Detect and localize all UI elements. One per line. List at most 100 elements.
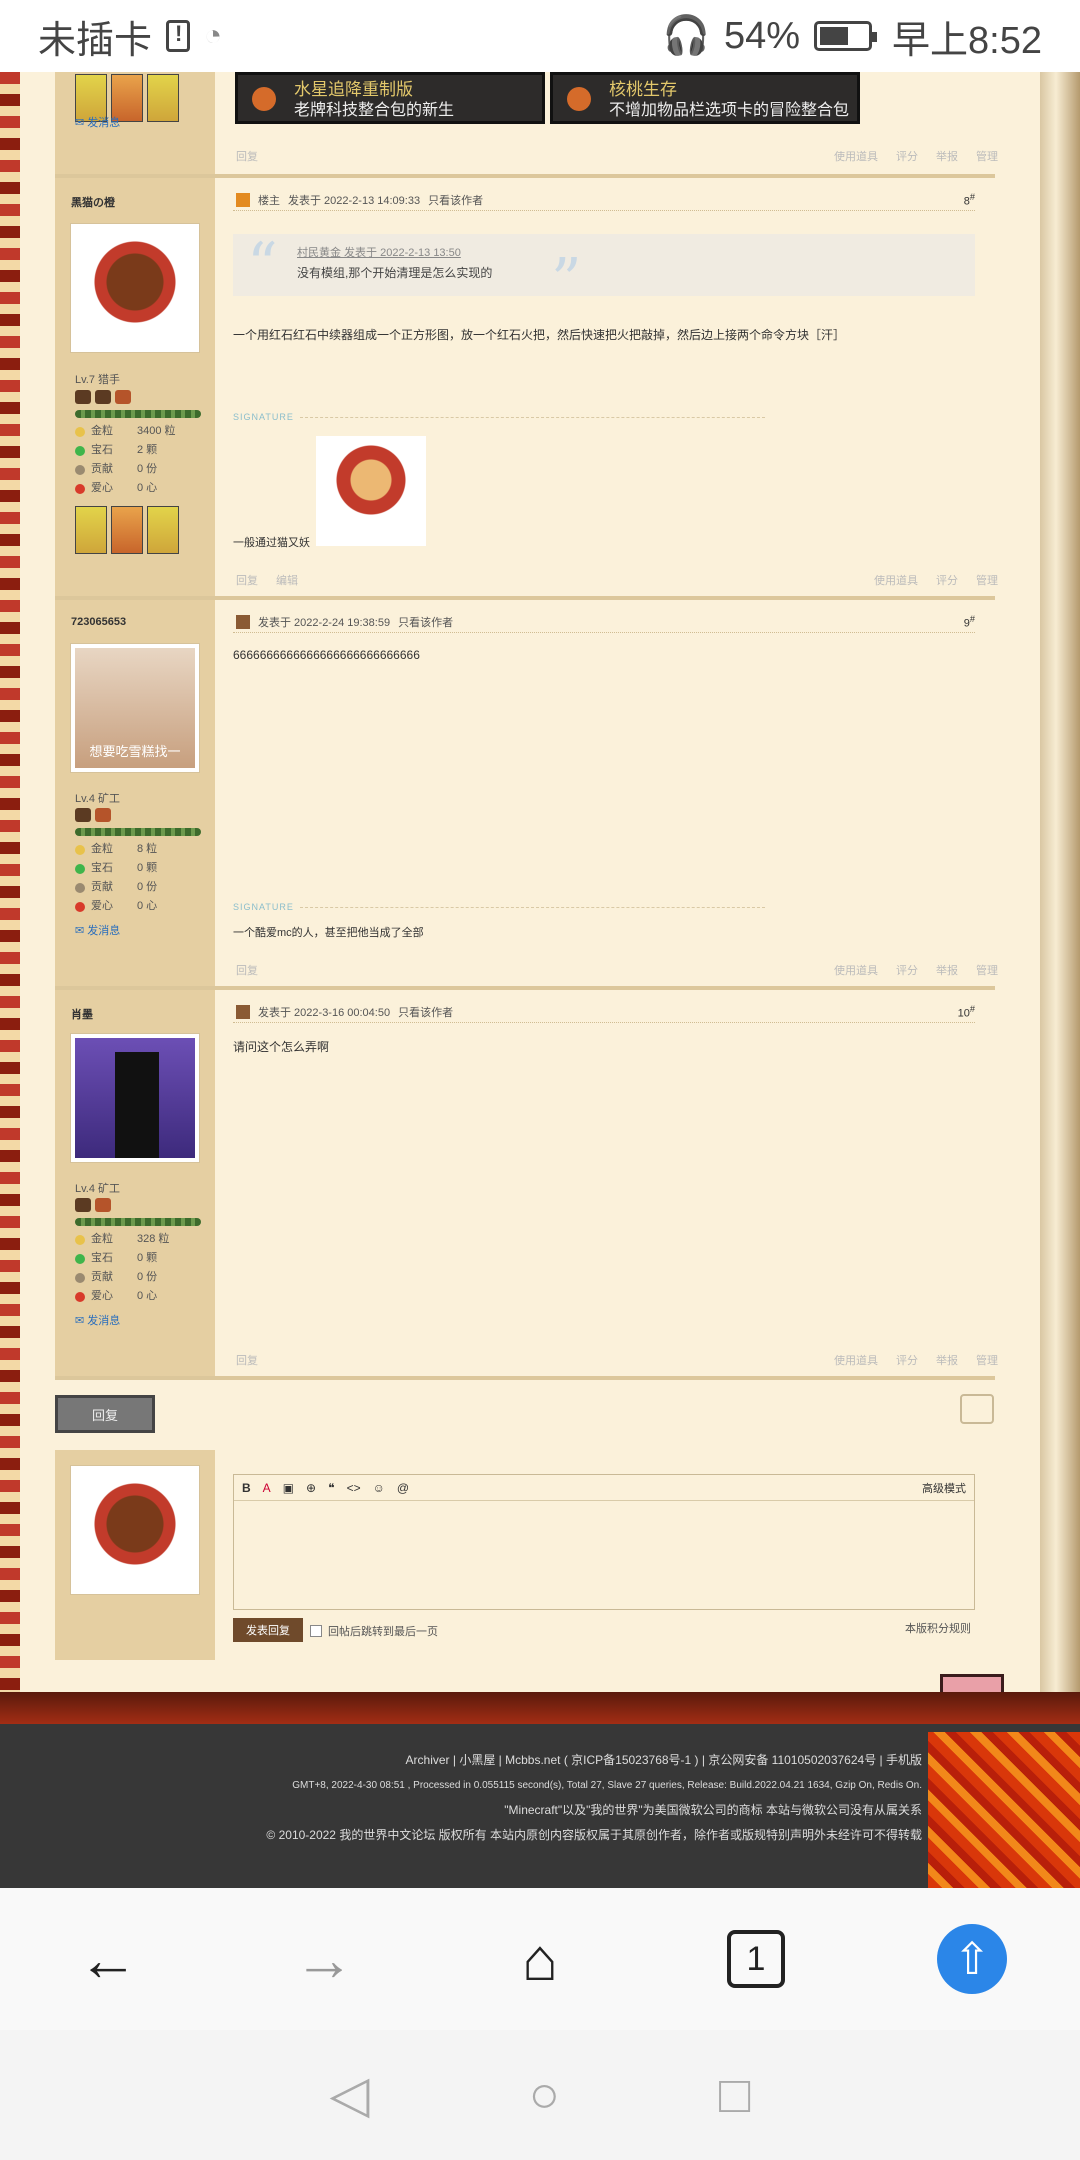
manage-link[interactable]: 管理 <box>976 1352 998 1368</box>
font-color-icon[interactable]: A <box>263 1481 271 1495</box>
stat-label: 金粒 <box>91 425 113 437</box>
report-link[interactable]: 举报 <box>936 1352 958 1368</box>
contrib-icon <box>75 464 85 475</box>
manage-link[interactable]: 管理 <box>976 148 998 164</box>
gold-icon <box>75 844 85 855</box>
promo-title: 核桃生存 <box>609 80 677 99</box>
walnut-icon <box>567 87 591 111</box>
floor-number: 8# <box>963 192 975 208</box>
at-icon[interactable]: @ <box>397 1481 409 1495</box>
gold-value: 3400 粒 <box>137 425 176 437</box>
send-message-link[interactable]: 发消息 <box>75 922 120 938</box>
only-author-link[interactable]: 只看该作者 <box>428 192 483 208</box>
right-border-decoration <box>1040 72 1080 1722</box>
quote-source[interactable]: 村民黄金 发表于 2022-2-13 13:50 <box>297 244 461 260</box>
rate-link[interactable]: 评分 <box>896 1352 918 1368</box>
system-back-icon[interactable]: ◁ <box>330 2065 370 2125</box>
heart-icon <box>75 901 85 912</box>
signature-label: SIGNATURE <box>233 902 294 912</box>
promo-card-2[interactable]: 核桃生存 不增加物品栏选项卡的冒险整合包 <box>550 72 860 124</box>
forum-page: 发消息 水星追降重制版 老牌科技整合包的新生 核桃生存 不增加物品栏选项卡的冒险… <box>0 72 1080 1888</box>
reply-link[interactable]: 回复 <box>236 148 258 164</box>
only-author-link[interactable]: 只看该作者 <box>398 614 453 630</box>
advanced-mode-link[interactable]: 高级模式 <box>922 1480 966 1496</box>
reply-editor[interactable]: B A ▣ ⊕ ❝ <> ☺ @ 高级模式 <box>233 1474 975 1610</box>
back-arrow-icon[interactable]: ← <box>68 1919 148 1999</box>
report-link[interactable]: 举报 <box>936 148 958 164</box>
post-actions: 回复 <box>236 148 258 164</box>
home-icon[interactable]: ⌂ <box>500 1919 580 1999</box>
post-header: 发表于 2022-2-24 19:38:59 只看该作者 <box>236 614 453 630</box>
promo-card-1[interactable]: 水星追降重制版 老牌科技整合包的新生 <box>235 72 545 124</box>
header-divider <box>233 210 975 212</box>
fast-reply-icon[interactable] <box>960 1394 994 1424</box>
rate-link[interactable]: 评分 <box>896 148 918 164</box>
level-progress <box>75 410 201 418</box>
tabs-button[interactable]: 1 <box>716 1919 796 1999</box>
emoji-icon[interactable]: ☺ <box>373 1481 385 1495</box>
system-home-icon[interactable]: ○ <box>529 2065 560 2125</box>
use-item-link[interactable]: 使用道具 <box>834 962 878 978</box>
avatar[interactable]: 想要吃雪糕找一 <box>71 644 199 772</box>
heart-icon <box>75 483 85 494</box>
username[interactable]: 肖墨 <box>71 1006 93 1022</box>
stat-label: 贡献 <box>91 881 113 893</box>
manage-link[interactable]: 管理 <box>976 962 998 978</box>
avatar[interactable] <box>71 1034 199 1162</box>
post-time: 发表于 2022-2-24 19:38:59 <box>258 617 391 629</box>
scroll-top-button[interactable]: ⇧ <box>932 1919 1012 1999</box>
rate-link[interactable]: 评分 <box>936 572 958 588</box>
gold-value: 328 粒 <box>137 1233 170 1245</box>
use-item-link[interactable]: 使用道具 <box>834 148 878 164</box>
tab-count: 1 <box>727 1930 785 1988</box>
image-icon[interactable]: ▣ <box>283 1481 294 1495</box>
use-item-link[interactable]: 使用道具 <box>874 572 918 588</box>
reply-link[interactable]: 回复 <box>236 962 258 978</box>
battery-icon <box>814 21 878 51</box>
level-progress <box>75 828 201 836</box>
footer-links[interactable]: Archiver | 小黑屋 | Mcbbs.net ( 京ICP备150237… <box>0 1748 922 1773</box>
post-tools: 使用道具 评分 管理 <box>874 572 998 588</box>
love-value: 0 心 <box>137 900 158 912</box>
credit-rules-link[interactable]: 本版积分规则 <box>905 1620 971 1636</box>
signature-text: 一般通过猫又妖 <box>233 537 310 549</box>
user-stats: 金粒 328 粒 宝石 0 颗 贡献 0 份 爱心 0 心 <box>75 1230 169 1306</box>
user-stats: 金粒 3400 粒 宝石 2 颗 贡献 0 份 爱心 0 心 <box>75 422 176 498</box>
username[interactable]: 黑猫の橙 <box>71 194 115 210</box>
send-message-link[interactable]: 发消息 <box>75 114 120 130</box>
user-sidebar: 肖墨 Lv.4 矿工 金粒 328 粒 宝石 0 颗 贡献 0 份 爱心 0 心 发消息 <box>55 990 215 1380</box>
post-content: 6666666666666666666666666666 <box>233 648 420 662</box>
avatar <box>71 1466 199 1594</box>
username[interactable]: 723065653 <box>71 616 126 628</box>
stat-label: 爱心 <box>91 900 113 912</box>
submit-reply-button[interactable]: 发表回复 <box>233 1618 303 1642</box>
send-message-link[interactable]: 发消息 <box>75 1312 120 1328</box>
only-author-link[interactable]: 只看该作者 <box>398 1004 453 1020</box>
reply-user-sidebar <box>55 1450 215 1660</box>
edit-link[interactable]: 编辑 <box>276 572 298 588</box>
site-footer: Archiver | 小黑屋 | Mcbbs.net ( 京ICP备150237… <box>0 1724 1080 1888</box>
report-link[interactable]: 举报 <box>936 962 958 978</box>
clock: 早上8:52 <box>892 19 1042 62</box>
up-arrow-icon: ⇧ <box>937 1924 1007 1994</box>
user-level: Lv.4 矿工 <box>75 1183 121 1195</box>
quote-icon[interactable]: ❝ <box>328 1481 334 1495</box>
forward-arrow-icon[interactable]: → <box>284 1919 364 1999</box>
stat-label: 宝石 <box>91 1252 113 1264</box>
checkbox[interactable] <box>310 1625 322 1637</box>
reply-link[interactable]: 回复 <box>236 1352 258 1368</box>
code-icon[interactable]: <> <box>347 1481 361 1495</box>
reply-button[interactable]: 回复 <box>55 1395 155 1433</box>
gem-value: 0 颗 <box>137 862 158 874</box>
reply-link[interactable]: 回复 <box>236 572 258 588</box>
jump-last-page-option[interactable]: 回帖后跳转到最后一页 <box>310 1623 438 1639</box>
contrib-value: 0 份 <box>137 1271 158 1283</box>
use-item-link[interactable]: 使用道具 <box>834 1352 878 1368</box>
manage-link[interactable]: 管理 <box>976 572 998 588</box>
avatar[interactable] <box>71 224 199 352</box>
link-icon[interactable]: ⊕ <box>306 1481 316 1495</box>
signature-label: SIGNATURE <box>233 412 294 422</box>
system-recents-icon[interactable]: □ <box>719 2065 750 2125</box>
rate-link[interactable]: 评分 <box>896 962 918 978</box>
bold-icon[interactable]: B <box>242 1481 251 1495</box>
